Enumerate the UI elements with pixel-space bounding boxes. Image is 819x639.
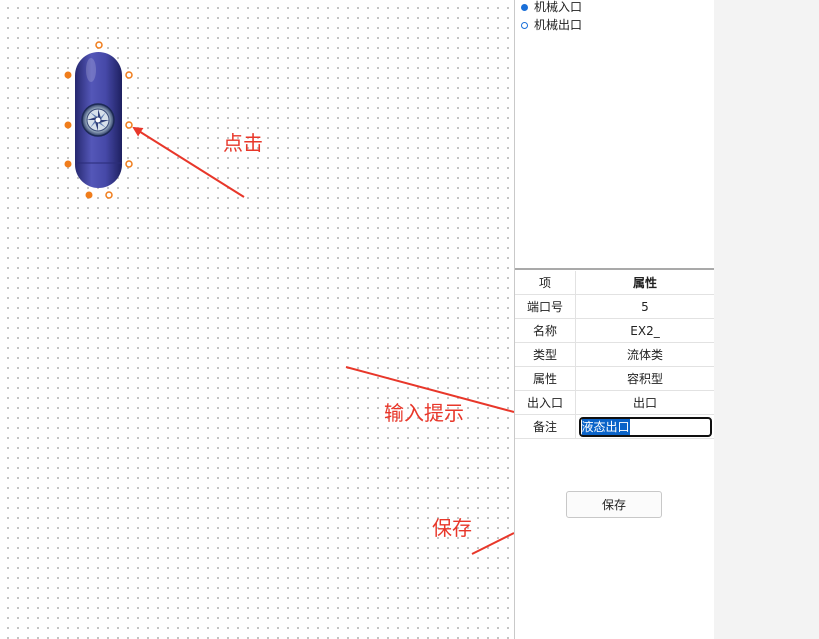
property-value[interactable]: 出口 — [575, 390, 714, 415]
handle-bottom-right[interactable] — [105, 191, 113, 199]
handle-left-middle[interactable] — [64, 121, 72, 129]
filled-dot-icon — [521, 3, 528, 11]
annotation-input-hint: 输入提示 — [384, 401, 464, 425]
properties-panel: 机械入口 机械出口 项 属性 端口号 5 名称 EX2_ 类型 流体类 属性 容… — [514, 0, 715, 639]
header-value: 属性 — [575, 271, 714, 295]
annotation-click: 点击 — [223, 131, 263, 155]
header-key: 项 — [515, 271, 576, 295]
handle-right-top[interactable] — [125, 71, 133, 79]
component-layer — [64, 41, 133, 199]
table-row[interactable]: 名称 EX2_ — [515, 318, 714, 343]
table-row[interactable]: 类型 流体类 — [515, 342, 714, 367]
table-row[interactable]: 出入口 出口 — [515, 390, 714, 415]
handle-left-bottom[interactable] — [64, 160, 72, 168]
table-row[interactable]: 端口号 5 — [515, 294, 714, 319]
background-area — [714, 0, 819, 639]
handle-top[interactable] — [95, 41, 103, 49]
property-key: 备注 — [515, 414, 576, 439]
drawing-canvas[interactable] — [0, 0, 515, 639]
tank-component[interactable] — [64, 41, 133, 199]
property-value[interactable]: 容积型 — [575, 366, 714, 391]
property-key: 名称 — [515, 318, 576, 343]
table-row[interactable]: 备注 — [515, 414, 714, 439]
port-item-label: 机械出口 — [534, 18, 583, 32]
handle-bottom-left[interactable] — [85, 191, 93, 199]
port-item-mechanical-outlet[interactable]: 机械出口 — [521, 16, 582, 34]
property-key: 端口号 — [515, 294, 576, 319]
save-button[interactable]: 保存 — [566, 491, 662, 518]
property-value[interactable]: EX2_ — [575, 318, 714, 343]
property-grid: 项 属性 端口号 5 名称 EX2_ 类型 流体类 属性 容积型 出入口 出口 … — [515, 271, 714, 439]
property-header-row: 项 属性 — [515, 271, 714, 295]
property-key: 类型 — [515, 342, 576, 367]
property-key: 属性 — [515, 366, 576, 391]
property-value[interactable]: 5 — [575, 294, 714, 319]
property-value-cell — [575, 414, 714, 439]
property-key: 出入口 — [515, 390, 576, 415]
table-row[interactable]: 属性 容积型 — [515, 366, 714, 391]
property-value[interactable]: 流体类 — [575, 342, 714, 367]
hollow-dot-icon — [521, 21, 528, 29]
remark-input[interactable] — [577, 415, 713, 438]
handle-left-top[interactable] — [64, 71, 72, 79]
fan-wheel-icon — [81, 103, 115, 137]
handle-right-bottom[interactable] — [125, 160, 133, 168]
panel-divider[interactable] — [515, 268, 714, 270]
port-item-label: 机械入口 — [534, 0, 583, 14]
port-item-mechanical-inlet[interactable]: 机械入口 — [521, 0, 582, 16]
annotation-save: 保存 — [432, 516, 472, 540]
handle-right-middle[interactable] — [125, 121, 133, 129]
